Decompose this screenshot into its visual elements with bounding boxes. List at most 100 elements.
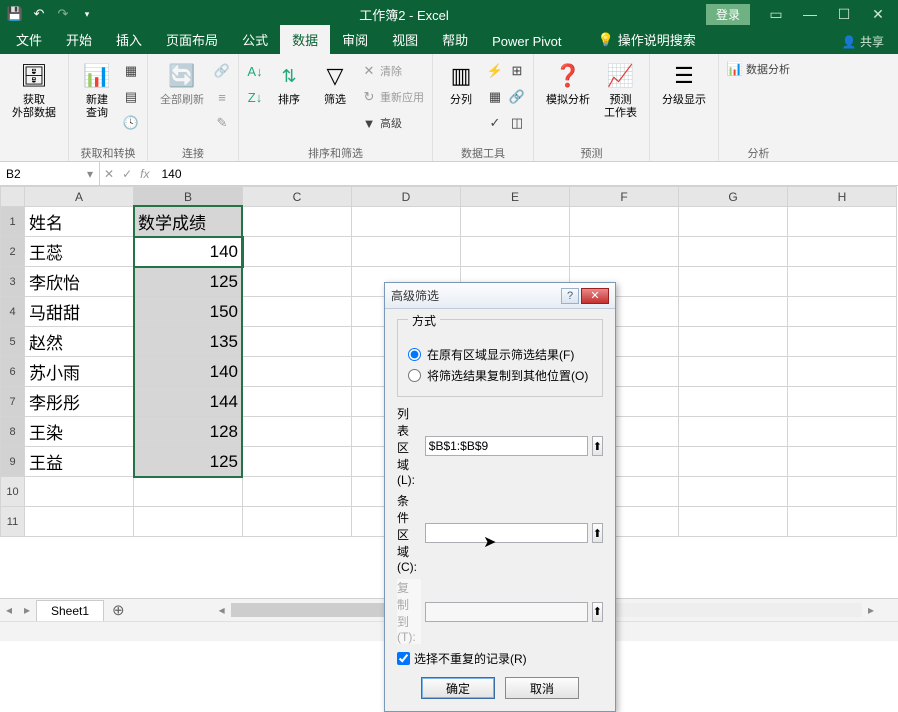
tab-data[interactable]: 数据 xyxy=(280,25,330,54)
row-header[interactable]: 4 xyxy=(1,297,25,327)
column-header[interactable]: G xyxy=(679,187,788,207)
cell[interactable] xyxy=(679,297,788,327)
cell[interactable] xyxy=(788,267,897,297)
range-picker-icon[interactable]: ⬆ xyxy=(592,436,603,456)
edit-links-button[interactable]: ✎ xyxy=(214,112,230,134)
radio-input[interactable] xyxy=(408,348,421,361)
cell[interactable] xyxy=(788,477,897,507)
cell[interactable] xyxy=(679,357,788,387)
row-header[interactable]: 9 xyxy=(1,447,25,477)
tab-formula[interactable]: 公式 xyxy=(230,25,280,54)
cell[interactable]: 李彤彤 xyxy=(25,387,134,417)
reapply-button[interactable]: ↻重新应用 xyxy=(361,86,424,108)
outline-button[interactable]: ☰分级显示 xyxy=(658,58,710,109)
tab-help[interactable]: 帮助 xyxy=(430,25,480,54)
undo-icon[interactable]: ↶ xyxy=(30,5,48,23)
ribbon-options-icon[interactable]: ▭ xyxy=(760,2,792,26)
cell[interactable] xyxy=(243,417,352,447)
data-analysis-button[interactable]: 📊数据分析 xyxy=(727,58,790,80)
cell[interactable] xyxy=(243,387,352,417)
dialog-close-icon[interactable]: ✕ xyxy=(581,288,609,304)
cell[interactable] xyxy=(788,237,897,267)
what-if-button[interactable]: ❓模拟分析 xyxy=(542,58,594,109)
cancel-formula-icon[interactable]: ✕ xyxy=(104,167,114,181)
unique-checkbox[interactable] xyxy=(397,652,410,665)
cell[interactable] xyxy=(788,357,897,387)
cell[interactable] xyxy=(788,507,897,537)
dialog-help-icon[interactable]: ? xyxy=(561,288,579,304)
relationships-button[interactable]: 🔗 xyxy=(509,86,525,108)
data-validation-button[interactable]: ✓ xyxy=(487,112,503,134)
tab-view[interactable]: 视图 xyxy=(380,25,430,54)
login-button[interactable]: 登录 xyxy=(706,4,750,25)
cell[interactable] xyxy=(679,237,788,267)
row-header[interactable]: 7 xyxy=(1,387,25,417)
from-table-button[interactable]: ▤ xyxy=(123,86,139,108)
cell[interactable] xyxy=(352,207,461,237)
refresh-all-button[interactable]: 🔄全部刷新 xyxy=(156,58,208,109)
list-range-input[interactable] xyxy=(425,436,588,456)
maximize-icon[interactable]: ☐ xyxy=(828,2,860,26)
range-picker-icon[interactable]: ⬆ xyxy=(592,602,603,622)
cell[interactable] xyxy=(134,507,243,537)
add-sheet-icon[interactable]: ⊕ xyxy=(104,601,133,619)
cell[interactable]: 王染 xyxy=(25,417,134,447)
unique-records-row[interactable]: 选择不重复的记录(R) xyxy=(397,650,603,667)
save-icon[interactable]: 💾 xyxy=(6,5,24,23)
cell[interactable] xyxy=(461,207,570,237)
cell[interactable] xyxy=(788,327,897,357)
cell[interactable]: 125 xyxy=(134,447,243,477)
cancel-button[interactable]: 取消 xyxy=(505,677,579,699)
sheet-nav-next-icon[interactable]: ▸ xyxy=(18,603,36,617)
cell[interactable] xyxy=(243,267,352,297)
manage-model-button[interactable]: ◫ xyxy=(509,112,525,134)
cell[interactable] xyxy=(788,297,897,327)
cell[interactable] xyxy=(25,477,134,507)
text-to-columns-button[interactable]: ▥分列 xyxy=(441,58,481,109)
remove-duplicates-button[interactable]: ▦ xyxy=(487,86,503,108)
cell[interactable] xyxy=(243,447,352,477)
cell[interactable] xyxy=(788,387,897,417)
cell[interactable] xyxy=(352,237,461,267)
cell[interactable] xyxy=(243,477,352,507)
cell[interactable] xyxy=(679,447,788,477)
cell[interactable] xyxy=(25,507,134,537)
connections-button[interactable]: 🔗 xyxy=(214,60,230,82)
sort-asc-button[interactable]: A↓ xyxy=(247,60,263,82)
properties-button[interactable]: ≡ xyxy=(214,86,230,108)
ok-button[interactable]: 确定 xyxy=(421,677,495,699)
tab-review[interactable]: 审阅 xyxy=(330,25,380,54)
name-box[interactable]: B2▾ xyxy=(0,162,100,185)
tab-powerpivot[interactable]: Power Pivot xyxy=(480,29,573,54)
cell[interactable] xyxy=(679,507,788,537)
new-query-button[interactable]: 📊新建 查询 xyxy=(77,58,117,122)
column-header[interactable]: C xyxy=(243,187,352,207)
share-button[interactable]: 👤 共享 xyxy=(832,29,894,54)
sheet-tab[interactable]: Sheet1 xyxy=(36,600,104,621)
cell[interactable] xyxy=(570,237,679,267)
cell[interactable] xyxy=(679,477,788,507)
cell[interactable]: 王蕊 xyxy=(25,237,134,267)
cell[interactable] xyxy=(461,237,570,267)
cell[interactable]: 赵然 xyxy=(25,327,134,357)
range-picker-icon[interactable]: ⬆ xyxy=(592,523,603,543)
select-all-corner[interactable] xyxy=(1,187,25,207)
tell-me[interactable]: 💡操作说明搜索 xyxy=(586,25,708,54)
column-header[interactable]: B xyxy=(134,187,243,207)
clear-filter-button[interactable]: ✕清除 xyxy=(361,60,424,82)
cell[interactable]: 140 xyxy=(134,357,243,387)
radio-input[interactable] xyxy=(408,369,421,382)
cell[interactable] xyxy=(679,387,788,417)
formula-input[interactable]: 140 xyxy=(153,167,898,181)
cell[interactable]: 128 xyxy=(134,417,243,447)
cell[interactable] xyxy=(243,357,352,387)
sheet-nav-prev-icon[interactable]: ◂ xyxy=(0,603,18,617)
radio-copy-to[interactable]: 将筛选结果复制到其他位置(O) xyxy=(408,365,592,386)
fx-icon[interactable]: fx xyxy=(140,167,149,181)
cell[interactable] xyxy=(243,327,352,357)
radio-in-place[interactable]: 在原有区域显示筛选结果(F) xyxy=(408,344,592,365)
cell[interactable]: 135 xyxy=(134,327,243,357)
cell[interactable] xyxy=(679,267,788,297)
cell[interactable]: 125 xyxy=(134,267,243,297)
tab-file[interactable]: 文件 xyxy=(4,25,54,54)
